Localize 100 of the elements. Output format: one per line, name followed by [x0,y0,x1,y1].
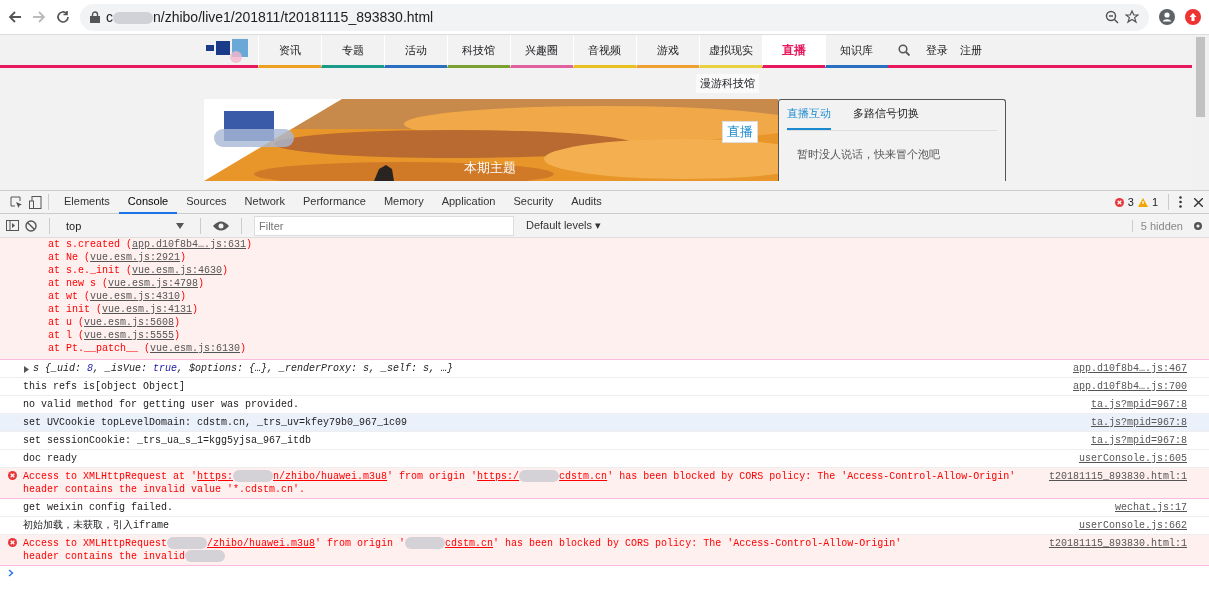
account-icon[interactable] [1159,9,1175,25]
console-link[interactable]: vue.esm.js:4310 [90,291,181,302]
message-text: at init ( [48,304,102,315]
source-link[interactable]: userConsole.js:662 [1078,519,1187,532]
back-icon[interactable] [8,10,22,24]
console-link[interactable]: /zhibo/huawei.m3u8 [207,538,316,549]
message-text: at Pt.__patch__ ( [48,343,151,354]
devtools-tab[interactable]: Performance [293,190,375,214]
message-text: ) [198,278,205,289]
nav-item[interactable]: 专题 [320,35,384,68]
panel-tab[interactable]: 多路信号切换 [853,106,919,130]
blurred-region [405,537,446,550]
extension-icon[interactable] [1185,9,1201,25]
close-icon[interactable] [1194,197,1203,207]
console-link[interactable]: vue.esm.js:5555 [84,330,175,341]
blurred-region [519,470,560,483]
zoom-icon[interactable] [1105,10,1119,24]
source-link[interactable]: t20181115_893830.html:1 [1048,470,1187,483]
nav-item[interactable]: 直播 [761,35,825,68]
message-text: set sessionCookie: _trs_ua_s_1=kgg5yjsa_967_itdb [23,434,313,447]
source-link[interactable]: ta.js?mpid=967:8 [1091,434,1187,447]
filter-field[interactable]: Filter [254,215,514,236]
nav-item[interactable]: 游戏 [635,35,699,68]
devtools-tab[interactable]: Security [504,190,563,214]
console-link[interactable]: vue.esm.js:5608 [84,317,175,328]
console-link[interactable]: app.d10f8b4….js:631 [132,239,247,250]
inspect-icon[interactable] [10,195,23,209]
context-select[interactable]: top [62,219,188,232]
nav-item[interactable]: 资讯 [257,35,321,68]
source-link[interactable]: ta.js?mpid=967:8 [1091,416,1187,429]
blurred-region [167,537,208,550]
message-text: ' has been blocked by CORS policy: The 'Access-Control-Allow-Origin' [493,538,902,549]
message-text: 初始加载，未获取，引入iframe [23,519,170,532]
nav-item[interactable]: 知识库 [824,35,888,68]
devtools-tab[interactable]: Elements [55,190,119,214]
source-link[interactable]: wechat.js:17 [1115,501,1187,514]
console-link[interactable]: vue.esm.js:4630 [132,265,223,276]
device-icon[interactable] [29,195,42,209]
object-preview: s {_uid: 8, _isVue: true, $options: {…}, _renderProxy: s, _self: s, …} [33,362,455,375]
devtools-tab[interactable]: Network [235,190,294,214]
nav-item[interactable]: 活动 [383,35,447,68]
clear-icon[interactable] [25,219,37,232]
blurred-region [185,550,226,563]
levels-dropdown[interactable]: Default levels ▾ [526,219,602,232]
search-icon[interactable] [897,44,910,56]
nav-item[interactable]: 虚拟现实 [698,35,762,68]
blurred-region [233,470,274,483]
console-link[interactable]: vue.esm.js:4131 [102,304,193,315]
settings-icon[interactable] [1193,220,1203,231]
warning-count[interactable]: 1 [1151,196,1158,208]
live-badge: 直播 [722,121,758,143]
devtools-tab[interactable]: Audits [562,190,611,214]
message-text: at new s ( [48,278,108,289]
nav-item[interactable]: 科技馆 [446,35,510,68]
expand-arrow-icon[interactable] [24,366,29,373]
error-icon [8,471,17,480]
message-text: this refs is[object Object] [23,380,187,393]
source-link[interactable]: ta.js?mpid=967:8 [1091,398,1187,411]
console-link[interactable]: cdstm.cn [445,538,494,549]
panel-tab[interactable]: 直播互动 [787,106,831,130]
message-text: header contains the invalid value '*.cdstm.cn'. [23,483,307,496]
register-link[interactable]: 注册 [953,35,988,65]
eye-icon[interactable] [213,220,229,231]
message-text: ) [180,291,187,302]
sidebar-toggle-icon[interactable] [6,220,19,231]
error-count[interactable]: 3 [1127,196,1134,208]
nav-item[interactable]: 音视频 [572,35,636,68]
console-link[interactable]: https:/ [477,471,520,482]
source-link[interactable]: app.d10f8b4….js:467 [1072,362,1187,375]
message-text: Access to XMLHttpRequest at ' [23,471,198,482]
blurred-region [113,12,153,25]
devtools-tab[interactable]: Application [432,190,505,214]
address-bar[interactable]: c n/zhibo/live1/201811/t20181115_893830.html [80,3,1149,31]
nav-item[interactable]: 兴趣圈 [509,35,573,68]
site-logo[interactable] [203,37,250,63]
console-link[interactable]: cdstm.cn [559,471,608,482]
submenu-item[interactable]: 漫游科技馆 [695,74,759,93]
banner-caption: 本期主题 [464,159,516,177]
message-text: ) [180,252,187,263]
devtools-tab[interactable]: Memory [374,190,433,214]
reload-icon[interactable] [56,10,70,24]
source-link[interactable]: t20181115_893830.html:1 [1048,537,1187,550]
message-text: at s.e._init ( [48,265,132,276]
caret-icon[interactable] [176,222,184,229]
message-text: no valid method for getting user was provided. [23,398,301,411]
source-link[interactable]: app.d10f8b4….js:700 [1072,380,1187,393]
prompt-icon[interactable] [8,569,14,577]
console-link[interactable]: vue.esm.js:2921 [90,252,181,263]
console-link[interactable]: https: [197,471,234,482]
login-link[interactable]: 登录 [919,35,954,65]
message-text: ' from origin ' [315,538,406,549]
message-text: ) [174,317,181,328]
star-icon[interactable] [1125,10,1139,24]
console-link[interactable]: vue.esm.js:6130 [150,343,241,354]
devtools-tab[interactable]: Sources [177,190,236,214]
message-text: Access to XMLHttpRequest [23,538,168,549]
more-icon[interactable] [1179,196,1182,208]
console-link[interactable]: vue.esm.js:4798 [108,278,199,289]
source-link[interactable]: userConsole.js:605 [1078,452,1187,465]
console-link[interactable]: n/zhibo/huawei.m3u8 [273,471,388,482]
